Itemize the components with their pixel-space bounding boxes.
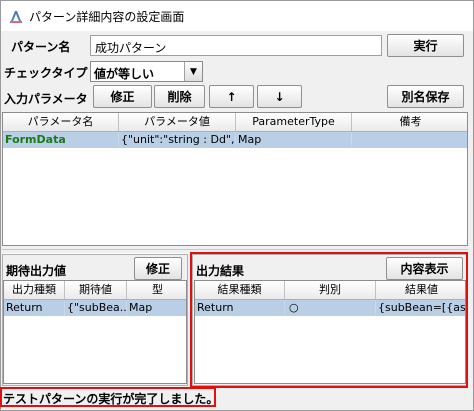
java-app-icon [10,11,22,23]
expected-edit-button[interactable]: 修正 [134,257,182,280]
param-edit-button[interactable]: 修正 [93,85,152,108]
param-note-cell[interactable] [352,132,467,148]
table-row[interactable]: FormData {"unit":"string : Dd","... Map [3,132,467,148]
col-expected-value[interactable]: 期待値 [65,281,127,299]
expected-table[interactable]: 出力種類 期待値 型 Return {"subBea... Map [3,280,187,384]
param-table[interactable]: パラメータ名 パラメータ値 ParameterType 備考 FormData … [2,112,468,246]
table-row[interactable]: Return {"subBea... Map [4,300,186,316]
col-output-kind[interactable]: 出力種類 [4,281,65,299]
expected-value-cell[interactable]: {"subBea... [65,300,127,316]
expected-output-title: 期待出力値 [6,264,67,278]
title-bar: パターン詳細内容の設定画面 [1,1,473,31]
col-note[interactable]: 備考 [352,113,467,131]
col-param-name[interactable]: パラメータ名 [3,113,119,131]
check-type-value: 値が等しい [94,67,155,81]
chevron-down-icon[interactable]: ▼ [184,62,202,81]
check-type-label: チェックタイプ [4,66,88,80]
run-button[interactable]: 実行 [387,34,464,57]
save-as-button[interactable]: 別名保存 [387,85,464,108]
param-table-header: パラメータ名 パラメータ値 ParameterType 備考 [3,113,467,132]
param-name-cell[interactable]: FormData [3,132,119,148]
window-title: パターン詳細内容の設定画面 [29,10,185,24]
check-type-select[interactable]: 値が等しい ▼ [90,61,203,82]
pattern-name-input[interactable]: 成功パターン [90,35,382,56]
status-highlight-frame [0,387,216,407]
input-param-label: 入力パラメータ [4,92,88,106]
param-type-cell[interactable]: Map [236,132,352,148]
move-down-button[interactable]: ↓ [257,85,302,108]
result-highlight-frame [190,252,468,388]
move-up-button[interactable]: ↑ [209,85,254,108]
col-param-value[interactable]: パラメータ値 [119,113,236,131]
expected-table-header: 出力種類 期待値 型 [4,281,186,300]
param-delete-button[interactable]: 削除 [154,85,205,108]
expected-kind-cell[interactable]: Return [4,300,65,316]
col-expected-type[interactable]: 型 [127,281,186,299]
expected-type-cell[interactable]: Map [127,300,186,316]
pattern-name-label: パターン名 [11,40,71,54]
col-param-type[interactable]: ParameterType [236,113,352,131]
param-value-cell[interactable]: {"unit":"string : Dd","... [119,132,236,148]
